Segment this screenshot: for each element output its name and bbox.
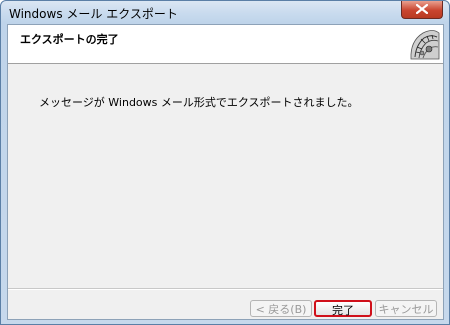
finish-button[interactable]: 完了 <box>314 300 372 317</box>
export-complete-message: メッセージが Windows メール形式でエクスポートされました。 <box>39 96 359 109</box>
wizard-header: エクスポートの完了 <box>8 25 443 64</box>
close-icon <box>416 4 428 14</box>
page-title: エクスポートの完了 <box>20 33 119 46</box>
dialog-client-area: エクスポートの完了 メッセージが Windows メール形式でエクスポートされま… <box>7 24 444 320</box>
back-button[interactable]: < 戻る(B) <box>250 300 312 317</box>
window-title: Windows メール エクスポート <box>9 7 178 21</box>
cancel-button[interactable]: キャンセル <box>375 300 437 317</box>
title-bar[interactable]: Windows メール エクスポート <box>1 1 449 23</box>
close-button[interactable] <box>401 1 443 19</box>
export-dialog-window: Windows メール エクスポート エクスポートの完了 メッセージが Wind… <box>0 0 450 325</box>
footer-divider <box>8 288 443 290</box>
wizard-logo-icon <box>410 30 440 60</box>
